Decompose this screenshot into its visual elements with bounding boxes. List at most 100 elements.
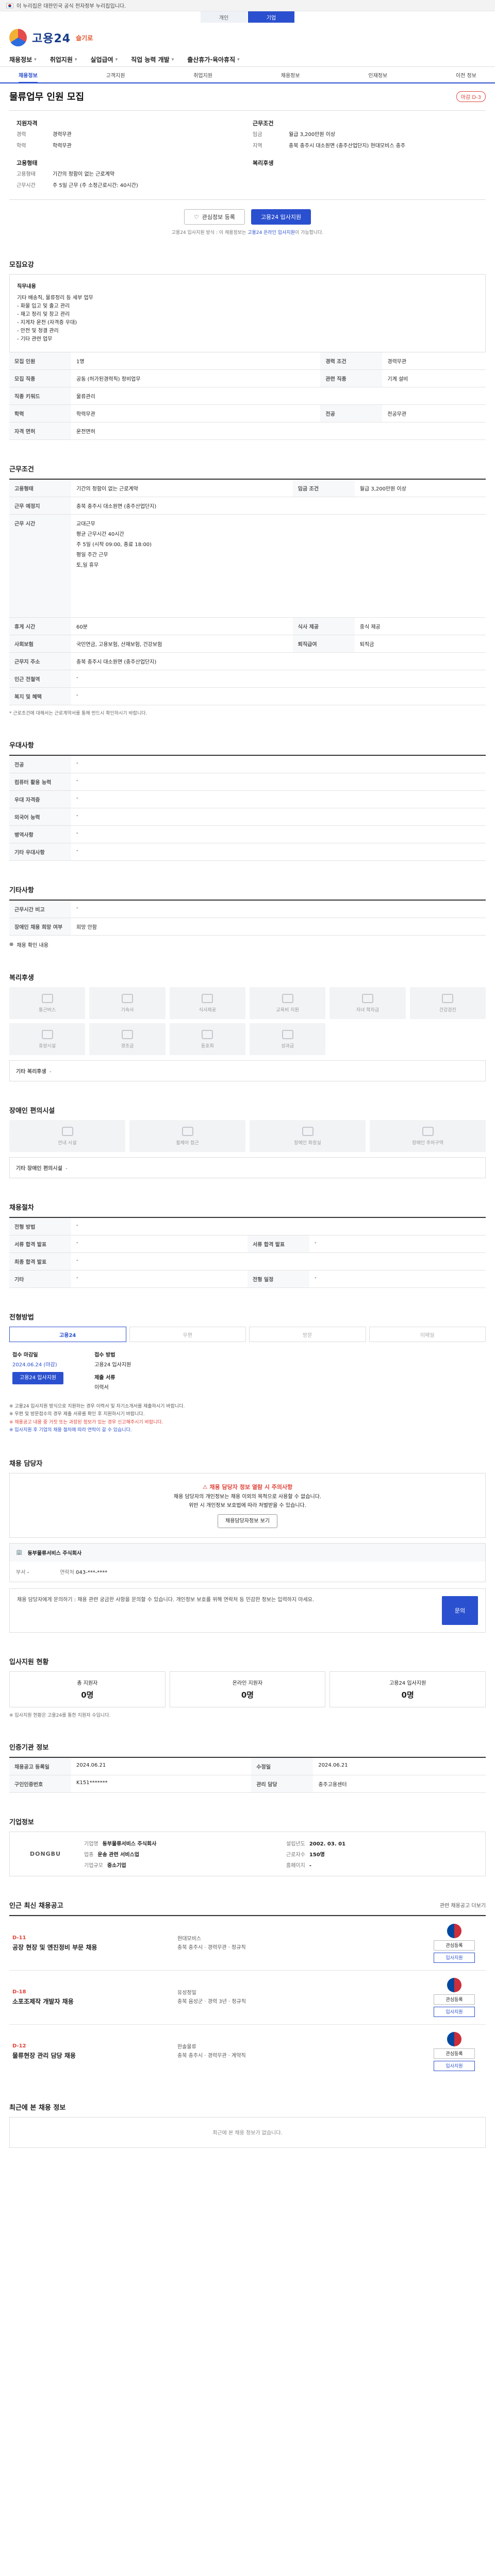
nav-item-benefit[interactable]: 실업급여 ▾ xyxy=(90,55,118,64)
table-row: 서류 합격 발표 - 서류 합격 발표 - xyxy=(9,1235,486,1253)
emblem-icon xyxy=(447,1923,461,1938)
table-row: 사회보험 국민연금, 고용보험, 산재보험, 건강보험 퇴직급여 퇴직금 xyxy=(9,635,486,653)
chevron-down-icon: ▾ xyxy=(115,57,118,62)
company-title: 기업정보 xyxy=(9,1818,34,1826)
subnav-item-jobinfo2[interactable]: 채용정보 xyxy=(281,71,300,79)
qna-button[interactable]: 문의 xyxy=(442,1596,478,1625)
process-title: 채용절차 xyxy=(9,1204,34,1212)
logo-text[interactable]: 고용24 xyxy=(32,29,71,46)
others-table: 근무시간 비고 - 장애인 채용 희망 여부 희망 안함 xyxy=(9,900,486,936)
welfare-item: 성과급 xyxy=(249,1023,326,1055)
tab-mail[interactable]: 우편 xyxy=(129,1327,246,1342)
table-row: 근무지 주소 충북 충주시 대소원면 (충주산업단지) xyxy=(9,652,486,670)
hours-value: 주 5일 근무 (주 소정근로시간: 40시간) xyxy=(53,182,138,189)
chevron-down-icon: ▾ xyxy=(171,57,174,62)
scrap-button[interactable]: 관심등록 xyxy=(434,2048,475,2059)
subnav-item-prev[interactable]: 이전 정보 xyxy=(456,71,476,79)
subnav-item-jobinfo[interactable]: 채용정보 xyxy=(19,71,38,83)
meal-icon xyxy=(202,993,213,1003)
disability-grid: 안내 시설 휠체어 접근 장애인 화장실 장애인 주차구역 xyxy=(9,1120,486,1152)
util-tab-company[interactable]: 기업 xyxy=(248,11,294,23)
manager-card: 🏢 동부물류서비스 주식회사 부서 - 연락처 043-***-**** xyxy=(9,1543,486,1582)
nav-item-training[interactable]: 직업 능력 개발 ▾ xyxy=(131,55,174,64)
process-table: 전형 방법 - 서류 합격 발표 - 서류 합격 발표 - 최종 합격 발표 - 기타 - 전… xyxy=(9,1217,486,1288)
type-label: 고용형태 xyxy=(16,172,36,177)
bus-icon xyxy=(41,993,53,1003)
welfare-item: 자녀 학자금 xyxy=(329,987,406,1019)
additional-table: 전공 - 컴퓨터 활용 능력 - 우대 자격증 - 외국어 능력 - 병역사항 - 기타 … xyxy=(9,755,486,861)
tab-online[interactable]: 고용24 xyxy=(9,1327,126,1342)
contact-title: 채용 담당자 xyxy=(9,1460,43,1468)
table-row: 근무 예정지 충북 충주시 대소원면 (충주산업단지) xyxy=(9,497,486,515)
apply-button[interactable]: 입사지원 xyxy=(434,2006,475,2017)
welfare-item: 교육비 지원 xyxy=(249,987,326,1019)
qna-text: 채용 담당자에게 문의하기 : 채용 관련 궁금한 사항을 문의할 수 있습니다… xyxy=(17,1597,315,1603)
scholarship-icon xyxy=(361,993,373,1003)
area-value: 충북 충주시 대소원면 (충주산업단지) 현대모비스 충주 xyxy=(289,143,406,149)
site-header: 고용24 슬기로 xyxy=(0,23,495,53)
career-value: 경력무관 xyxy=(53,132,72,138)
chevron-down-icon: ▾ xyxy=(34,57,37,62)
table-row: 기타 우대사항 - xyxy=(9,843,486,861)
table-row: 모집 직종 공동 (허가된경력직) 정비업무 관련 직종 기계 설비 xyxy=(9,369,486,387)
logo-icon[interactable] xyxy=(9,29,27,46)
job-description: 직무내용 기타 배송직, 물류정리 등 세부 업무 - 화물 입고 및 출고 관… xyxy=(9,274,486,352)
tab-email[interactable]: 이메일 xyxy=(369,1327,486,1342)
type-value: 기간의 정함이 없는 근로계약 xyxy=(53,172,114,177)
nav-item-leave[interactable]: 출산휴가·육아휴직 ▾ xyxy=(187,55,239,64)
recruit-table: 모집 인원 1명 경력 조건 경력무관 모집 직종 공동 (허가된경력직) 정비업무 관련… xyxy=(9,352,486,440)
subnav-item-support[interactable]: 취업지원 xyxy=(193,71,212,79)
list-item[interactable]: D-12 물류현장 관리 담당 채용 한솔물류 충북 충주시 · 경력무관 · 계약… xyxy=(9,2024,486,2078)
facility-item: 안내 시설 xyxy=(9,1120,125,1152)
nav-item-support[interactable]: 취업지원 ▾ xyxy=(50,55,77,64)
apply-button[interactable]: 입사지원 xyxy=(434,2060,475,2071)
reveal-contact-button[interactable]: 채용담당자정보 보기 xyxy=(218,1514,277,1528)
method-apply-button[interactable]: 고용24 입사지원 xyxy=(12,1372,64,1384)
wage-value: 월급 3,200만원 이상 xyxy=(289,132,336,138)
similar-more-link[interactable]: 관련 채용공고 더보기 xyxy=(440,1901,486,1909)
plus-icon: ⊕ xyxy=(9,942,14,947)
scrap-button[interactable]: 관심등록 xyxy=(434,1940,475,1951)
reginfo-table: 채용공고 등록일 2024.06.21 수정일 2024.06.21 구인인증번호 K1… xyxy=(9,1756,486,1793)
welfare-heading: 복리후생 xyxy=(253,160,274,166)
table-row: 채용공고 등록일 2024.06.21 수정일 2024.06.21 xyxy=(9,1757,486,1775)
nav-item-jobs[interactable]: 채용정보 ▾ xyxy=(9,55,37,64)
health-icon xyxy=(442,993,454,1003)
table-row: 우대 자격증 - xyxy=(9,790,486,808)
welfare-item: 통근버스 xyxy=(9,987,86,1019)
company-logo: DONGBU xyxy=(29,1850,61,1857)
list-item[interactable]: D-11 공장 현장 및 엔진정비 부문 채용 현대모비스 충북 충주시 · 경력무… xyxy=(9,1916,486,1970)
method-notes: ※ 고용24 입사지원 방식으로 지원하는 경우 이력서 및 자기소개서를 제출… xyxy=(9,1404,185,1433)
table-row: 고용형태 기간의 정함이 없는 근로계약 임금 조건 월급 3,200만원 이상 xyxy=(9,479,486,497)
stat-card: 고용24 입사지원 0명 xyxy=(329,1671,486,1707)
reginfo-title: 인증기관 정보 xyxy=(9,1743,49,1752)
subnav-item-talent[interactable]: 인재정보 xyxy=(368,71,387,79)
table-row: 컴퓨터 활용 능력 - xyxy=(9,773,486,791)
util-tab-personal[interactable]: 개인 xyxy=(201,11,247,23)
list-item[interactable]: D-18 소포조제작 개발자 채용 유성정밀 충북 음성군 · 경력 3년 · 정규… xyxy=(9,1970,486,2024)
method-tabs: 고용24 우편 방문 이메일 xyxy=(9,1327,486,1342)
welfare-item: 식사제공 xyxy=(169,987,245,1019)
type-heading: 고용형태 xyxy=(16,160,38,166)
table-row: 근무시간 비고 - xyxy=(9,900,486,918)
subnav-item-customer[interactable]: 고객지원 xyxy=(106,71,125,79)
others-toggle[interactable]: ⊕ 채용 확인 내용 xyxy=(9,941,486,948)
scrap-button[interactable]: 관심등록 xyxy=(434,1994,475,2005)
bonus-icon xyxy=(282,1029,293,1039)
scrap-button[interactable]: ♡ 관심정보 등록 xyxy=(184,209,245,225)
apply-button[interactable]: 고용24 입사지원 xyxy=(251,209,311,225)
restroom-icon xyxy=(302,1126,314,1136)
table-row: 기타 - 전형 일정 - xyxy=(9,1270,486,1288)
tab-visit[interactable]: 방문 xyxy=(249,1327,366,1342)
education-icon xyxy=(282,993,293,1003)
page-title: 물류업무 인원 모집 xyxy=(9,92,85,103)
apply-note: 고용24 입사지원 방식 : 이 채용정보는 고용24 온라인 입사지원이 가능… xyxy=(171,230,324,235)
table-row: 병역사항 - xyxy=(9,825,486,843)
recent-empty: 최근에 본 채용 정보가 없습니다. xyxy=(9,2116,486,2148)
welfare-item: 동호회 xyxy=(169,1023,245,1055)
table-row: 자격 면허 운전면허 xyxy=(9,422,486,440)
building-icon: 🏢 xyxy=(16,1549,23,1555)
welfare-item: 경조금 xyxy=(89,1023,166,1055)
apply-button[interactable]: 입사지원 xyxy=(434,1952,475,1963)
contact-notice: ⚠ 채용 담당자 정보 열람 시 주의사항 채용 담당자의 개인정보는 채용 이… xyxy=(9,1473,486,1538)
